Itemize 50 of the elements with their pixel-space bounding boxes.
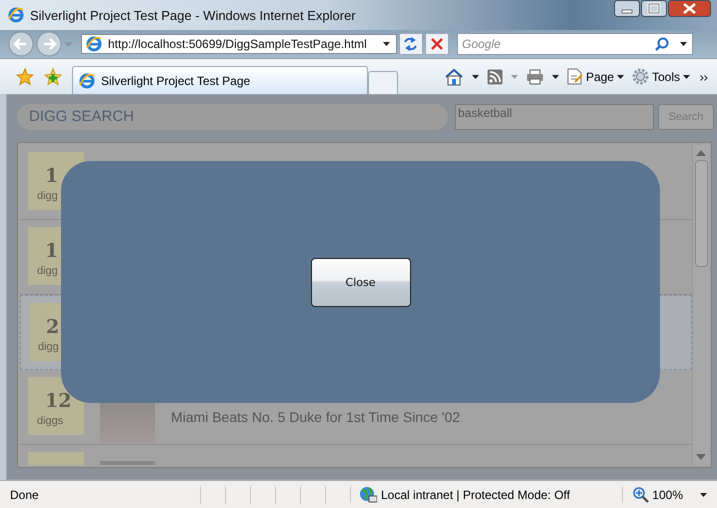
- dropdown-icon: [683, 74, 690, 78]
- globe-icon: [359, 486, 377, 503]
- home-icon[interactable]: [444, 68, 464, 86]
- scroll-down-arrow-icon[interactable]: [696, 454, 706, 460]
- digg-count: 12: [44, 391, 72, 411]
- feed-icon[interactable]: [486, 68, 503, 84]
- tools-menu[interactable]: Tools: [632, 68, 690, 85]
- dropdown-icon[interactable]: [383, 42, 390, 46]
- gear-icon: [632, 68, 649, 85]
- browser-tab[interactable]: Silverlight Project Test Page: [72, 66, 368, 94]
- back-button[interactable]: [8, 31, 34, 57]
- zoom-icon: [633, 486, 650, 502]
- digg-count: 1: [44, 241, 60, 261]
- browser-logo-icon: [79, 72, 95, 88]
- digg-count: 2: [45, 317, 60, 337]
- scroll-up-arrow-icon[interactable]: [696, 150, 706, 156]
- close-button[interactable]: [668, 0, 711, 17]
- scrollbar-thumb[interactable]: [694, 160, 708, 267]
- digg-count: 1: [44, 166, 60, 186]
- close-button[interactable]: Close: [310, 258, 410, 306]
- page-menu[interactable]: Page: [566, 68, 624, 85]
- forward-button[interactable]: [36, 31, 62, 57]
- chevron-icon[interactable]: [700, 75, 709, 82]
- stop-button[interactable]: [425, 33, 449, 55]
- search-field[interactable]: Google: [457, 33, 693, 55]
- maximize-button[interactable]: [641, 0, 667, 17]
- digg-label: digg: [38, 341, 60, 353]
- add-favorite-icon[interactable]: [44, 68, 62, 86]
- status-text: Done: [10, 488, 40, 502]
- browser-logo-icon: [8, 7, 24, 23]
- scrollbar[interactable]: [692, 145, 709, 465]
- dropdown-icon[interactable]: [680, 42, 687, 46]
- favorites-star-icon[interactable]: [16, 68, 34, 86]
- digg-label: digg: [37, 265, 59, 277]
- printer-icon[interactable]: [526, 68, 544, 84]
- security-zone-text: Local intranet | Protected Mode: Off: [381, 488, 570, 502]
- zoom-level[interactable]: 100%: [652, 488, 683, 502]
- digg-label: digg: [37, 190, 59, 202]
- url-text: http://localhost:50699/DiggSampleTestPage.html: [108, 37, 368, 51]
- search-icon[interactable]: [655, 37, 669, 51]
- dropdown-icon[interactable]: [552, 74, 559, 78]
- app-title: DIGG SEARCH: [17, 104, 448, 130]
- address-bar[interactable]: http://localhost:50699/DiggSampleTestPage.html: [81, 34, 397, 54]
- dropdown-icon: [616, 74, 624, 78]
- refresh-button[interactable]: [399, 33, 423, 55]
- window-title: Silverlight Project Test Page - Windows Internet Explorer: [30, 8, 357, 22]
- dropdown-icon[interactable]: [700, 492, 707, 496]
- dropdown-icon[interactable]: [472, 74, 479, 78]
- digg-label: diggs: [37, 415, 64, 427]
- minimize-button[interactable]: [614, 0, 640, 17]
